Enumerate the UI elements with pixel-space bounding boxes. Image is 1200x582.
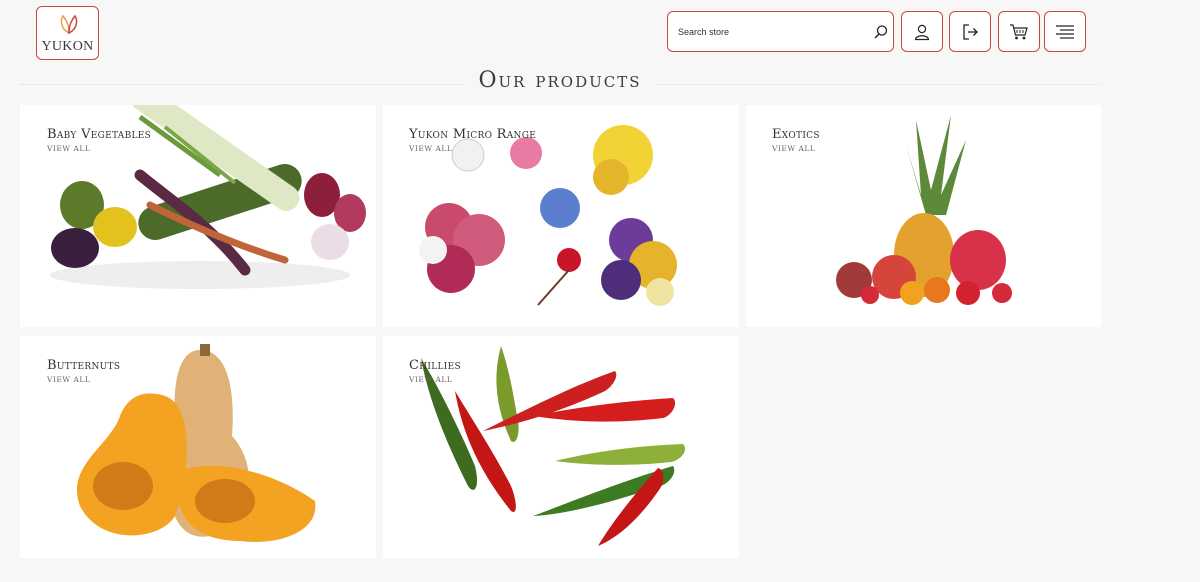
search-icon[interactable]	[873, 24, 889, 40]
view-all-link[interactable]: VIEW ALL	[409, 375, 452, 384]
page-title-text: Our products	[464, 68, 656, 93]
page-title: Our products	[0, 68, 1120, 93]
leaf-logo-icon	[60, 14, 78, 35]
search-box[interactable]	[667, 11, 894, 52]
category-title: Exotics	[772, 127, 820, 142]
category-title: Chillies	[409, 358, 461, 373]
logo-text: YUKON	[41, 39, 94, 54]
view-all-link[interactable]: VIEW ALL	[47, 144, 90, 153]
category-card-exotics[interactable]: Exotics VIEW ALL	[746, 105, 1101, 327]
menu-button[interactable]	[1044, 11, 1086, 52]
category-card-baby-vegetables[interactable]: Baby Vegetables VIEW ALL	[20, 105, 376, 327]
account-button[interactable]	[901, 11, 943, 52]
logout-icon	[963, 23, 978, 40]
category-card-butternuts[interactable]: Butternuts VIEW ALL	[20, 336, 376, 558]
logout-button[interactable]	[949, 11, 991, 52]
view-all-link[interactable]: VIEW ALL	[772, 144, 815, 153]
category-title: Baby Vegetables	[47, 127, 152, 142]
category-title: Butternuts	[47, 358, 121, 373]
cart-button[interactable]	[998, 11, 1040, 52]
cart-icon	[1010, 23, 1028, 39]
view-all-link[interactable]: VIEW ALL	[47, 375, 90, 384]
search-input[interactable]	[678, 24, 858, 40]
category-card-chillies[interactable]: Chillies VIEW ALL	[383, 336, 739, 558]
menu-icon	[1056, 24, 1074, 39]
user-icon	[914, 24, 930, 40]
category-card-yukon-micro-range[interactable]: Yukon Micro Range VIEW ALL	[383, 105, 739, 327]
logo[interactable]: YUKON	[36, 6, 99, 60]
view-all-link[interactable]: VIEW ALL	[409, 144, 452, 153]
category-title: Yukon Micro Range	[409, 127, 537, 142]
